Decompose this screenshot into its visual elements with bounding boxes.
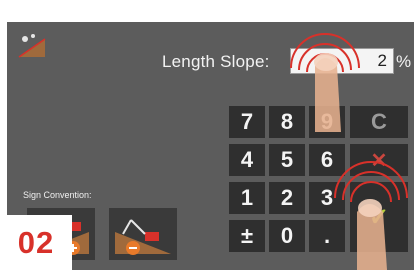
key-decimal[interactable]: . <box>309 220 345 252</box>
key-6[interactable]: 6 <box>309 144 345 176</box>
key-3[interactable]: 3 <box>309 182 345 214</box>
key-7[interactable]: 7 <box>229 106 265 138</box>
sign-convention-label: Sign Convention: <box>23 190 92 200</box>
key-8[interactable]: 8 <box>269 106 305 138</box>
length-slope-label: Length Slope: <box>162 52 270 71</box>
x-icon[interactable]: ✕ <box>350 144 408 176</box>
key-0[interactable]: 0 <box>269 220 305 252</box>
key-1[interactable]: 1 <box>229 182 265 214</box>
key-2[interactable]: 2 <box>269 182 305 214</box>
slope-icon[interactable] <box>17 31 47 59</box>
percent-unit: % <box>396 52 412 71</box>
length-slope-input[interactable]: 2 <box>290 48 394 74</box>
key-4[interactable]: 4 <box>229 144 265 176</box>
key-9[interactable]: 9 <box>309 106 345 138</box>
excavator-negative-slope-icon <box>115 219 171 255</box>
sign-negative-button[interactable] <box>109 208 177 260</box>
key-plus-minus[interactable]: ± <box>229 220 265 252</box>
step-badge: 02 <box>0 215 72 270</box>
key-5[interactable]: 5 <box>269 144 305 176</box>
check-icon[interactable]: ✓ <box>350 182 408 252</box>
clear-button[interactable]: C <box>350 106 408 138</box>
